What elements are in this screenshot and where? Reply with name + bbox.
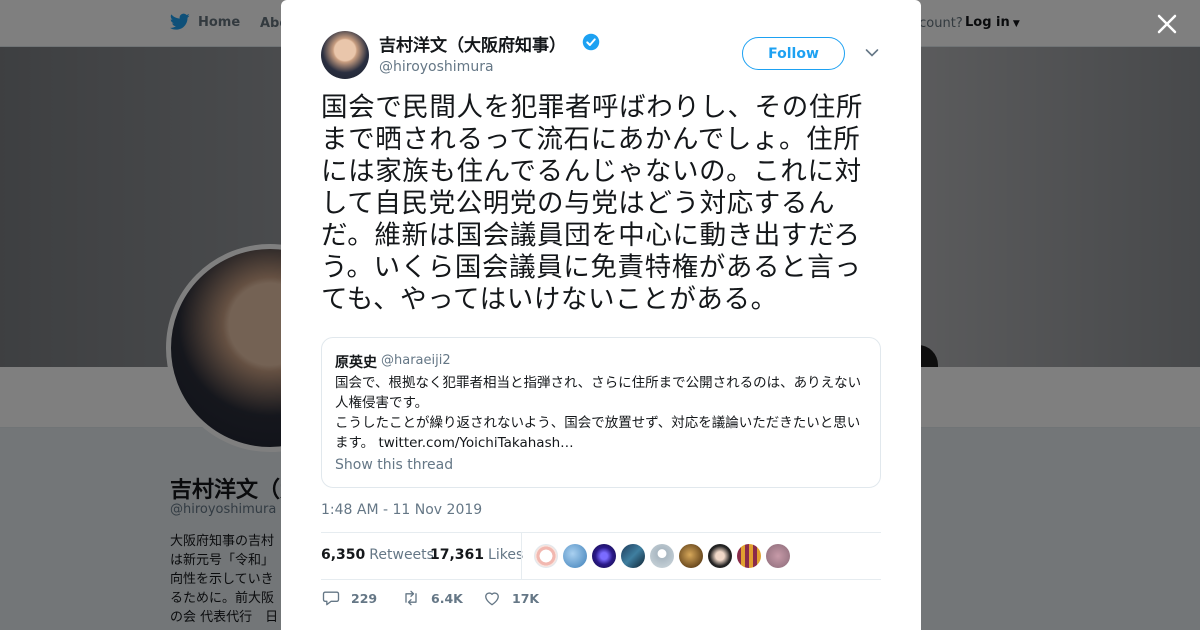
retweet-icon [405, 590, 417, 606]
retweets-label: Retweets [369, 547, 434, 563]
quote-text-paragraph-2: こうしたことが繰り返されないよう、国会で放置せず、対応を議論いただきたいと思いま… [335, 413, 871, 453]
follow-button[interactable]: Follow [742, 37, 845, 70]
divider [321, 579, 881, 580]
show-thread-link[interactable]: Show this thread [335, 457, 453, 473]
liker-avatar[interactable] [592, 544, 616, 568]
reply-icon [322, 591, 340, 606]
liker-avatar[interactable] [679, 544, 703, 568]
author-name[interactable]: 吉村洋文（大阪府知事） [379, 31, 566, 56]
likes-count: 17,361 [430, 547, 485, 563]
like-icon [485, 592, 499, 606]
quote-author-handle: @haraeiji2 [381, 353, 451, 368]
likes-label: Likes [488, 547, 524, 563]
likes-stat[interactable]: 17,361 Likes [430, 547, 523, 563]
liker-avatar[interactable] [766, 544, 790, 568]
retweets-stat[interactable]: 6,350 Retweets [321, 547, 434, 563]
tweet-stats: 6,350 Retweets 17,361 Likes [321, 533, 881, 579]
tweet-text: 国会で民間人を犯罪者呼ばわりし、その住所まで晒されるって流石にあかんでしょ。住所… [321, 92, 863, 315]
verified-badge-icon [582, 33, 600, 51]
retweet-count: 6.4K [431, 590, 463, 606]
liker-avatar[interactable] [534, 544, 558, 568]
quote-link[interactable]: twitter.com/YoichiTakahash… [378, 435, 573, 451]
author-handle[interactable]: @hiroyoshimura [379, 59, 494, 75]
tweet-modal: 吉村洋文（大阪府知事） @hiroyoshimura Follow 国会で民間人… [281, 0, 921, 630]
liker-avatar[interactable] [650, 544, 674, 568]
liker-avatar[interactable] [563, 544, 587, 568]
close-button[interactable] [1152, 10, 1182, 40]
quoted-tweet[interactable]: 原英史 @haraeiji2 国会で、根拠なく犯罪者相当と指弾され、さらに住所ま… [321, 337, 881, 488]
quote-text-paragraph-1: 国会で、根拠なく犯罪者相当と指弾され、さらに住所まで公開されるのは、ありえない人… [335, 375, 862, 411]
retweet-button[interactable]: 6.4K [401, 588, 463, 608]
chevron-down-icon[interactable] [865, 48, 879, 58]
like-count: 17K [512, 590, 540, 606]
quote-text: 国会で、根拠なく犯罪者相当と指弾され、さらに住所まで公開されるのは、ありえない人… [335, 373, 871, 453]
reply-count: 229 [351, 590, 378, 606]
quote-author-name: 原英史 [335, 355, 377, 371]
tweet-timestamp[interactable]: 1:48 AM - 11 Nov 2019 [321, 502, 482, 518]
liker-avatar[interactable] [621, 544, 645, 568]
reply-button[interactable]: 229 [321, 588, 377, 608]
stats-divider [521, 533, 522, 579]
tweet-actions: 229 6.4K 17K [321, 588, 881, 612]
liker-avatar[interactable] [708, 544, 732, 568]
liker-avatar[interactable] [737, 544, 761, 568]
close-icon [1157, 14, 1177, 34]
author-avatar[interactable] [321, 31, 369, 79]
like-button[interactable]: 17K [482, 588, 539, 608]
retweets-count: 6,350 [321, 547, 366, 563]
